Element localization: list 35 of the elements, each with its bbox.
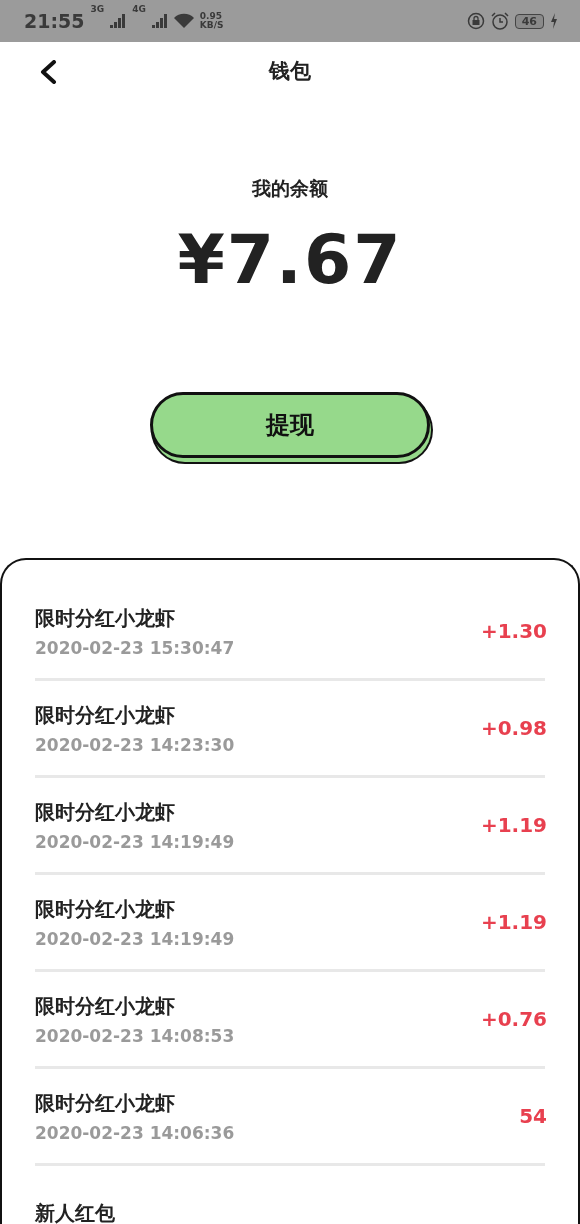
balance-label: 我的余额: [252, 176, 328, 201]
record-time: 2020-02-23 14:19:49: [35, 928, 236, 949]
record-amount: +0.76: [480, 1007, 547, 1031]
record-amount: +1.19: [480, 910, 547, 934]
record-title: 新人红包: [35, 1199, 116, 1224]
record-amount: +0.98: [480, 716, 547, 740]
record-time: 2020-02-23 14:08:53: [35, 1025, 236, 1046]
balance-amount: ¥7.67: [177, 220, 403, 300]
rotation-lock-icon: [466, 12, 485, 30]
record-amount: +1.30: [480, 619, 547, 643]
record-title: 限时分红小龙虾: [35, 701, 176, 729]
record-time: 2020-02-23 15:30:47: [35, 637, 236, 658]
record-title: 限时分红小龙虾: [35, 992, 176, 1020]
network-label: 3G: [90, 4, 105, 14]
record-time: 2020-02-23 14:19:49: [35, 831, 236, 852]
charging-icon: [550, 13, 558, 29]
back-icon[interactable]: [38, 60, 58, 84]
record-time: 2020-02-23 14:23:30: [35, 734, 236, 755]
record-title: 限时分红小龙虾: [35, 895, 176, 923]
record-title: 限时分红小龙虾: [35, 604, 176, 632]
network-speed: 0.95: [199, 12, 223, 21]
record-title: 限时分红小龙虾: [35, 798, 176, 826]
speed-unit: KB/S: [199, 21, 224, 30]
signal-icon: [110, 14, 127, 28]
record-time: 2020-02-23 14:06:36: [35, 1122, 236, 1143]
record-amount: +1.19: [480, 813, 547, 837]
record-amount: 54: [519, 1104, 547, 1128]
record-title: 限时分红小龙虾: [35, 1089, 176, 1117]
page-title: 钱包: [269, 58, 311, 85]
signal-icon: [151, 14, 168, 28]
alarm-icon: [490, 12, 509, 30]
clock-time: 21:55: [24, 10, 85, 32]
network-label: 4G: [132, 4, 146, 14]
battery-level: 46: [514, 13, 544, 29]
wifi-icon: [173, 13, 194, 29]
